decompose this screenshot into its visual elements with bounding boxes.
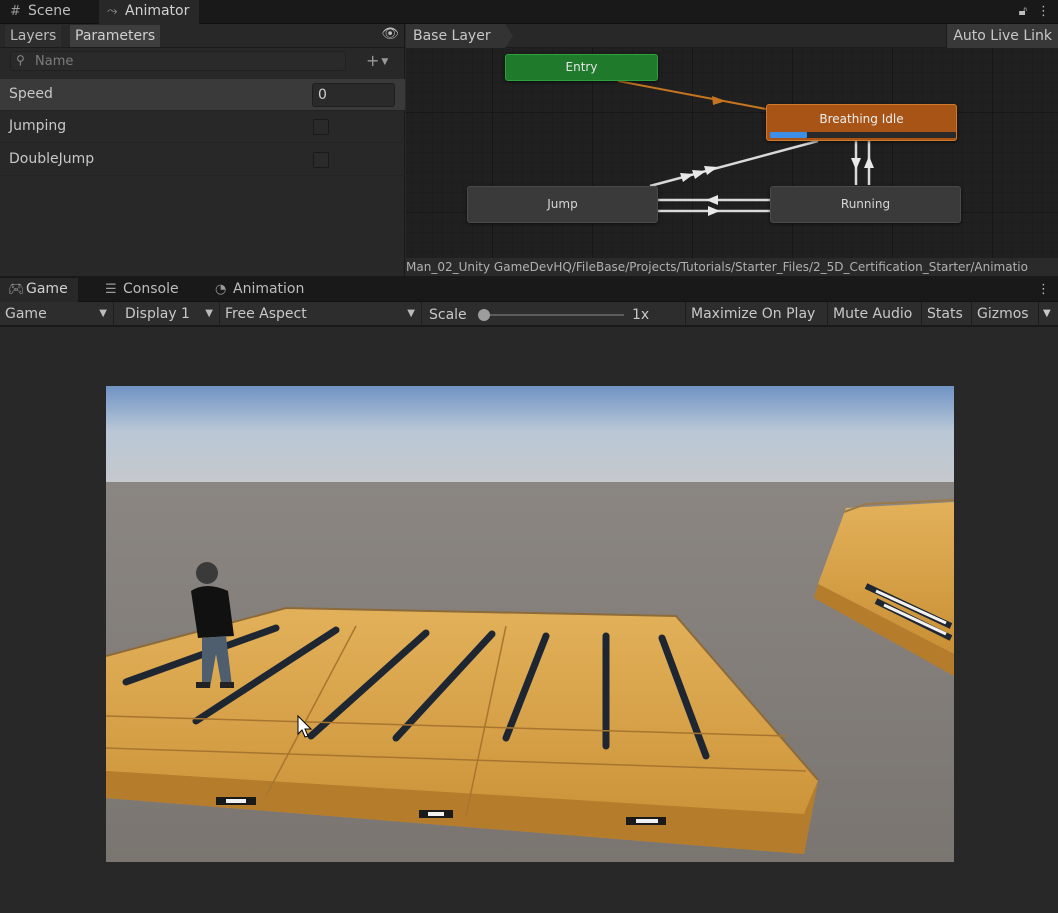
parameter-search-input[interactable]	[35, 53, 335, 69]
state-label: Running	[840, 197, 891, 211]
animator-tabbar: # Scene ⤳ Animator 🔓︎ ⋮	[0, 0, 1058, 24]
dropdown-arrow-icon: ▼	[205, 308, 213, 319]
eye-icon[interactable]: 👁︎	[381, 26, 399, 42]
tab-game-label: Game	[26, 281, 68, 297]
scale-slider-handle[interactable]	[478, 309, 490, 321]
more-menu-icon[interactable]: ⋮	[1037, 282, 1050, 297]
asset-path: Man_02_Unity GameDevHQ/FileBase/Projects…	[406, 258, 1058, 276]
doublejump-checkbox[interactable]	[313, 152, 329, 168]
parameter-name: Speed	[9, 86, 53, 102]
scale-value: 1x	[632, 307, 650, 323]
tab-animation-label: Animation	[233, 281, 305, 297]
tab-console[interactable]: ☰ Console	[97, 278, 189, 302]
parameter-row-speed[interactable]: Speed 0	[0, 79, 405, 111]
parameter-search: ⚲	[10, 51, 346, 71]
tab-animator[interactable]: ⤳ Animator	[99, 0, 200, 24]
parameter-name: DoubleJump	[9, 151, 95, 167]
animator-subtabs: Layers Parameters 👁︎	[0, 24, 405, 48]
transitions-layer	[617, 80, 874, 216]
display-value: Display 1	[125, 306, 190, 322]
parameters-panel: Layers Parameters 👁︎ ⚲ +▼ Speed 0 Jumpin…	[0, 24, 405, 276]
window-controls: 🔓︎ ⋮	[1009, 0, 1050, 24]
transition-arrow-icon	[712, 96, 726, 105]
display-mode-value: Game	[5, 306, 47, 322]
mute-audio-button[interactable]: Mute Audio	[827, 302, 917, 326]
scale-slider[interactable]	[478, 309, 624, 321]
game-toolbar: Game ▼ Display 1 ▼ Free Aspect ▼ Scale 1x M…	[0, 302, 1058, 326]
transition-arrow-icon	[692, 170, 706, 179]
scene-render	[106, 386, 954, 862]
search-icon: ⚲	[16, 53, 25, 67]
state-label: Jump	[547, 197, 578, 211]
animator-window: Layers Parameters 👁︎ ⚲ +▼ Speed 0 Jumpin…	[0, 24, 1058, 276]
transition-arrow-icon	[706, 195, 718, 205]
state-progress-bar	[770, 132, 956, 138]
speed-value-field[interactable]: 0	[312, 83, 395, 107]
dropdown-arrow-icon: ▼	[381, 57, 389, 67]
parameter-name: Jumping	[9, 118, 67, 134]
game-view	[0, 327, 1058, 913]
aspect-value: Free Aspect	[225, 306, 307, 322]
window-controls: ⋮	[1027, 278, 1050, 302]
tab-animation[interactable]: ◔ Animation	[207, 278, 314, 302]
gamepad-icon: 🎮︎	[8, 282, 25, 297]
scale-label: Scale	[429, 307, 467, 323]
aspect-dropdown[interactable]: Free Aspect ▼	[220, 302, 422, 326]
tab-layers[interactable]: Layers	[5, 25, 62, 47]
parameter-row-doublejump[interactable]: DoubleJump	[0, 144, 405, 176]
add-parameter-button[interactable]: + ▼	[366, 51, 388, 70]
display-mode-dropdown[interactable]: Game ▼	[0, 302, 114, 326]
transition-arrow-icon	[708, 206, 720, 216]
tab-parameters[interactable]: Parameters	[70, 25, 161, 47]
grid-icon: #	[10, 4, 21, 19]
display-dropdown[interactable]: Display 1 ▼	[120, 302, 220, 326]
lock-icon[interactable]: 🔓︎	[1019, 4, 1027, 19]
gizmos-button[interactable]: Gizmos	[971, 302, 1034, 326]
transition-jump-to-idle[interactable]	[649, 139, 819, 188]
game-render-viewport[interactable]	[106, 386, 954, 862]
state-breathing-idle[interactable]: Breathing Idle	[766, 104, 957, 141]
console-icon: ☰	[105, 282, 117, 297]
state-running[interactable]: Running	[770, 186, 961, 223]
state-label: Entry	[565, 60, 598, 74]
state-machine-graph[interactable]: Base Layer Auto Live Link Entry Breathin…	[406, 24, 1058, 276]
stats-button[interactable]: Stats	[921, 302, 968, 326]
more-menu-icon[interactable]: ⋮	[1037, 4, 1050, 19]
state-jump[interactable]: Jump	[467, 186, 658, 223]
transition-arrow-icon	[851, 158, 861, 170]
dropdown-arrow-icon: ▼	[407, 308, 415, 319]
tab-scene-label: Scene	[28, 3, 71, 19]
state-progress-fill	[770, 132, 808, 138]
tab-scene[interactable]: # Scene	[2, 0, 81, 24]
parameter-row-jumping[interactable]: Jumping	[0, 111, 405, 143]
state-label: Breathing Idle	[819, 112, 904, 126]
dropdown-arrow-icon: ▼	[99, 308, 107, 319]
gizmos-dropdown-icon[interactable]: ▼	[1038, 302, 1058, 326]
tab-console-label: Console	[123, 281, 179, 297]
transition-entry-to-idle[interactable]	[617, 80, 767, 110]
sky	[106, 386, 954, 486]
clock-icon: ◔	[215, 282, 227, 297]
tab-animator-label: Animator	[125, 3, 190, 19]
transition-arrow-icon	[864, 156, 874, 168]
tab-game[interactable]: 🎮︎Game	[0, 278, 78, 302]
state-entry[interactable]: Entry	[505, 54, 658, 81]
transition-arrow-icon	[704, 166, 718, 175]
game-tabbar: 🎮︎Game ☰ Console ◔ Animation ⋮	[0, 278, 1058, 302]
transition-arrow-icon	[680, 173, 694, 182]
maximize-on-play-button[interactable]: Maximize On Play	[685, 302, 820, 326]
jumping-checkbox[interactable]	[313, 119, 329, 135]
animator-icon: ⤳	[107, 4, 118, 19]
